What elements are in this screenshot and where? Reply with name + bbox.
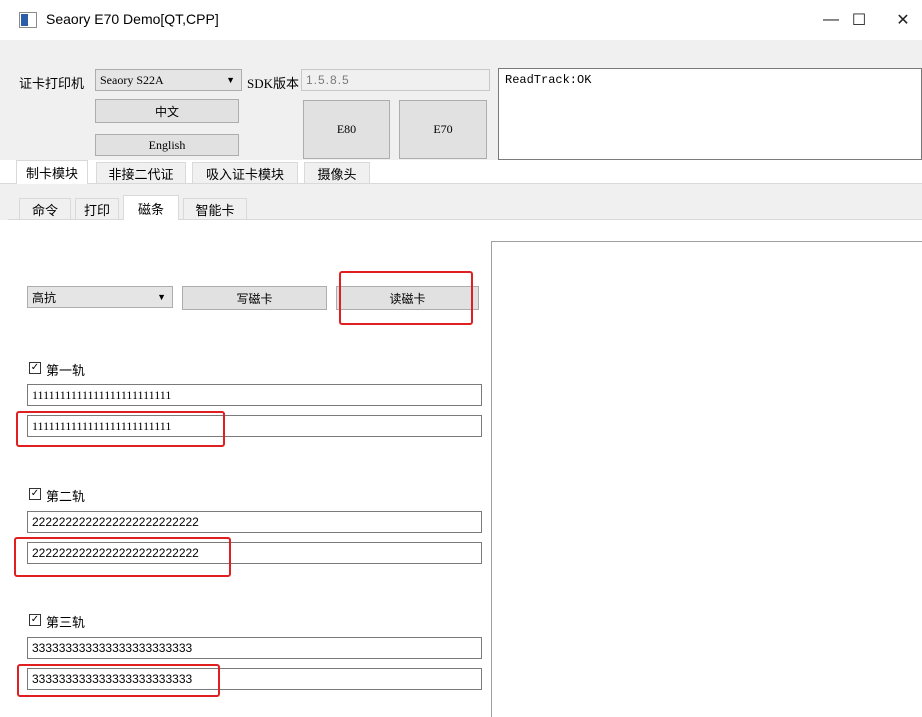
- e70-button[interactable]: E70: [399, 100, 487, 159]
- printer-label: 证卡打印机: [19, 76, 85, 91]
- close-button[interactable]: ✕: [880, 6, 922, 34]
- printer-select-value: Seaory S22A: [100, 72, 164, 87]
- track1-label: 第一轨: [46, 363, 86, 378]
- tab-print[interactable]: 打印: [75, 198, 119, 219]
- chevron-down-icon: ▼: [226, 75, 235, 85]
- output-pane[interactable]: [491, 241, 922, 717]
- log-output[interactable]: ReadTrack:OK: [498, 68, 922, 160]
- tab-smart-card[interactable]: 智能卡: [183, 198, 247, 219]
- write-magstripe-button[interactable]: 写磁卡: [182, 286, 327, 310]
- sdk-version-label: SDK版本: [247, 76, 300, 91]
- track2-checkbox[interactable]: ✓: [29, 488, 41, 500]
- track3-label: 第三轨: [46, 615, 86, 630]
- read-button-highlight: [339, 271, 473, 325]
- chinese-button[interactable]: 中文: [95, 99, 239, 123]
- check-icon: ✓: [30, 614, 40, 625]
- tab-contactless-id[interactable]: 非接二代证: [96, 162, 186, 183]
- window-title: Seaory E70 Demo[QT,CPP]: [46, 11, 219, 27]
- track2-read-highlight: [14, 537, 231, 577]
- log-text: ReadTrack:OK: [505, 73, 592, 87]
- tab-camera[interactable]: 摄像头: [304, 162, 370, 183]
- track2-label: 第二轨: [46, 489, 86, 504]
- maximize-button[interactable]: ☐: [836, 6, 882, 34]
- printer-select[interactable]: Seaory S22A ▼: [95, 69, 242, 91]
- tab-card-making[interactable]: 制卡模块: [16, 160, 88, 184]
- english-button[interactable]: English: [95, 134, 239, 156]
- track3-read-highlight: [17, 664, 220, 697]
- coercivity-select[interactable]: 高抗 ▼: [27, 286, 173, 308]
- track1-read-highlight: [16, 411, 225, 447]
- e80-button[interactable]: E80: [303, 100, 390, 159]
- tab-magstripe[interactable]: 磁条: [123, 195, 179, 220]
- coercivity-select-value: 高抗: [32, 290, 57, 305]
- sdk-version-field: 1.5.8.5: [301, 69, 490, 91]
- chevron-down-icon: ▼: [157, 292, 166, 302]
- check-icon: ✓: [30, 488, 40, 499]
- tab-card-feed-module[interactable]: 吸入证卡模块: [192, 162, 298, 183]
- track3-checkbox[interactable]: ✓: [29, 614, 41, 626]
- tab-command[interactable]: 命令: [19, 198, 71, 219]
- app-icon: [19, 12, 37, 28]
- track3-write-input[interactable]: 333333333333333333333333: [27, 637, 482, 659]
- check-icon: ✓: [30, 362, 40, 373]
- track1-checkbox[interactable]: ✓: [29, 362, 41, 374]
- track2-write-input[interactable]: 2222222222222222222222222: [27, 511, 482, 533]
- track1-write-input[interactable]: 1111111111111111111111111: [27, 384, 482, 406]
